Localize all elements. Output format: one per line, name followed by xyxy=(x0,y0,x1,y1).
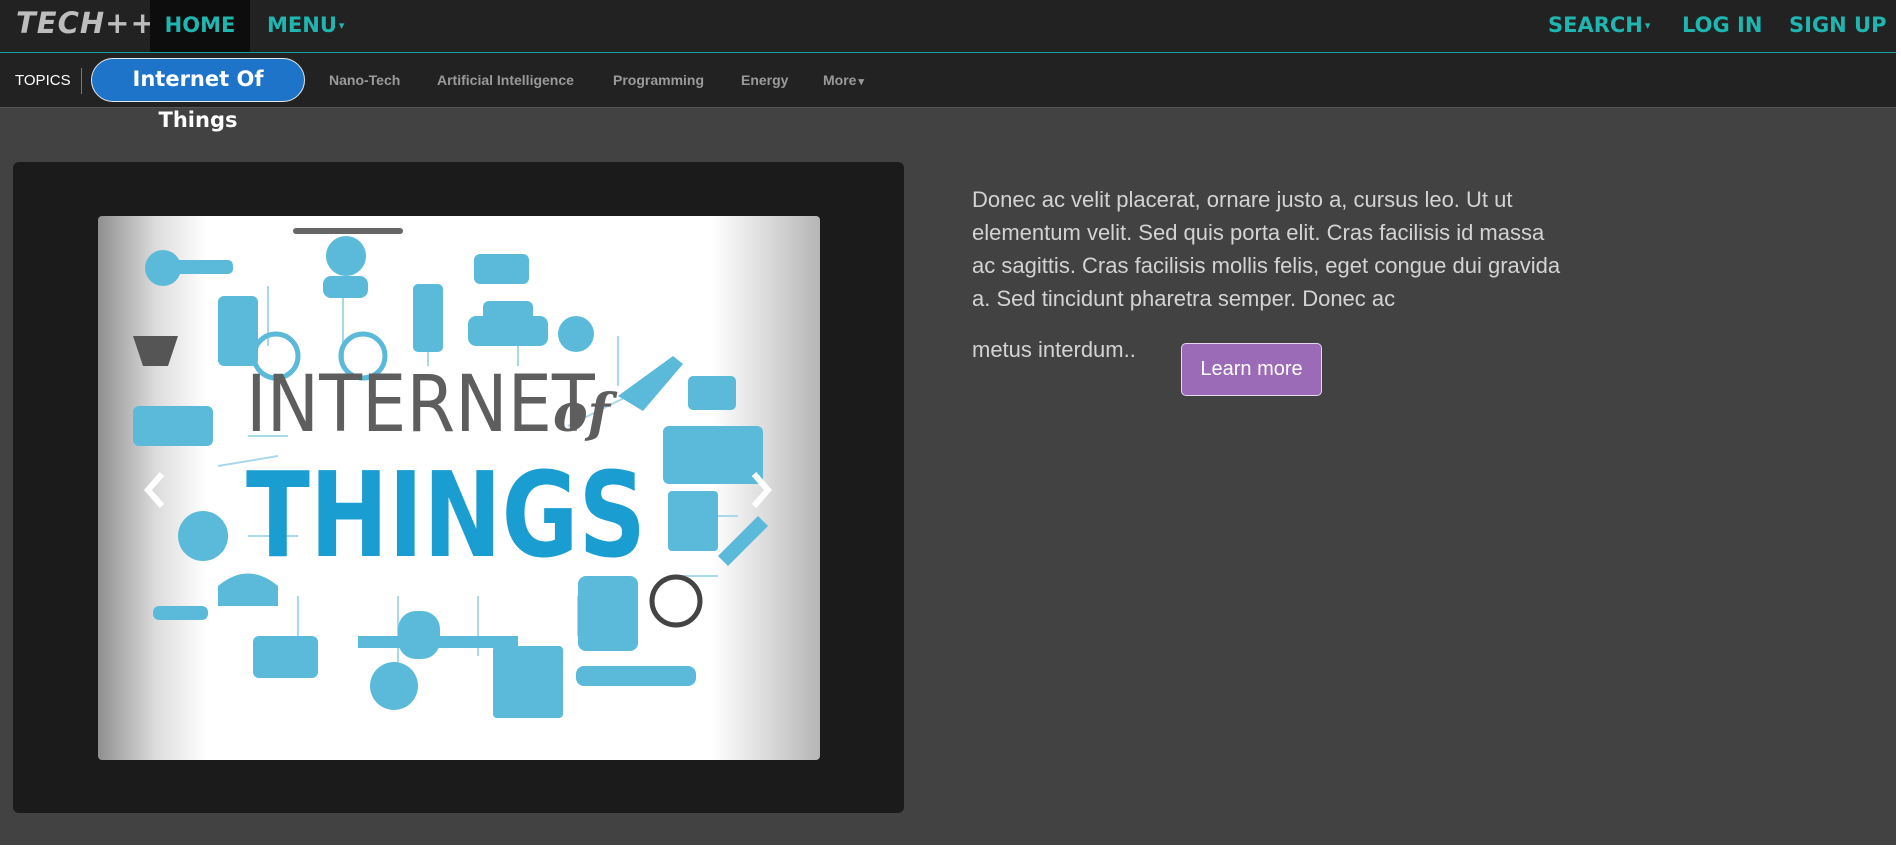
caret-down-icon: ▾ xyxy=(338,19,345,32)
image-text-of: of xyxy=(553,383,618,444)
caret-down-icon: ▾ xyxy=(1644,19,1651,32)
nav-login-link[interactable]: LOG IN xyxy=(1682,0,1762,52)
image-text-internet: INTERNET xyxy=(246,360,596,450)
learn-more-button[interactable]: Learn more xyxy=(1181,343,1322,396)
topic-more-label: More xyxy=(823,72,857,88)
nav-signup-link[interactable]: SIGN UP xyxy=(1789,0,1887,52)
nav-menu-dropdown[interactable]: MENU ▾ xyxy=(267,0,344,52)
topic-energy[interactable]: Energy xyxy=(741,72,788,88)
topic-more-dropdown[interactable]: More ▾ xyxy=(823,72,864,88)
carousel-prev-button[interactable] xyxy=(140,470,170,510)
iot-illustration: INTERNET of THINGS xyxy=(133,228,768,718)
carousel-next-button[interactable] xyxy=(746,470,776,510)
nav-search-dropdown[interactable]: SEARCH ▾ xyxy=(1548,0,1650,52)
top-navbar: TECH++ HOME MENU ▾ SEARCH ▾ LOG IN SIGN UP xyxy=(0,0,1896,53)
topics-divider xyxy=(81,68,82,94)
page-right-edge xyxy=(1896,0,1901,848)
nav-menu-label: MENU xyxy=(267,13,337,37)
topics-label: TOPICS xyxy=(15,72,71,89)
topic-nano-tech[interactable]: Nano-Tech xyxy=(329,72,400,88)
topic-artificial-intelligence[interactable]: Artificial Intelligence xyxy=(437,72,574,88)
carousel-slide-image: INTERNET of THINGS xyxy=(98,216,820,760)
topics-navbar: TOPICS Internet Of Things Nano-Tech Arti… xyxy=(0,53,1896,132)
topic-programming[interactable]: Programming xyxy=(613,72,704,88)
topic-active-pill[interactable]: Internet Of Things xyxy=(91,58,305,132)
hero-description-end: metus interdum.. xyxy=(972,337,1136,362)
nav-search-label: SEARCH xyxy=(1548,13,1643,37)
image-text-things: THINGS xyxy=(246,446,646,584)
brand-logo[interactable]: TECH++ xyxy=(16,6,156,40)
chevron-right-icon xyxy=(751,472,772,508)
image-carousel: INTERNET of THINGS xyxy=(13,162,904,813)
caret-down-icon: ▾ xyxy=(858,75,864,88)
chevron-left-icon xyxy=(144,472,165,508)
nav-home-link[interactable]: HOME xyxy=(150,0,250,52)
hero-description: Donec ac velit placerat, ornare justo a,… xyxy=(972,187,1561,311)
